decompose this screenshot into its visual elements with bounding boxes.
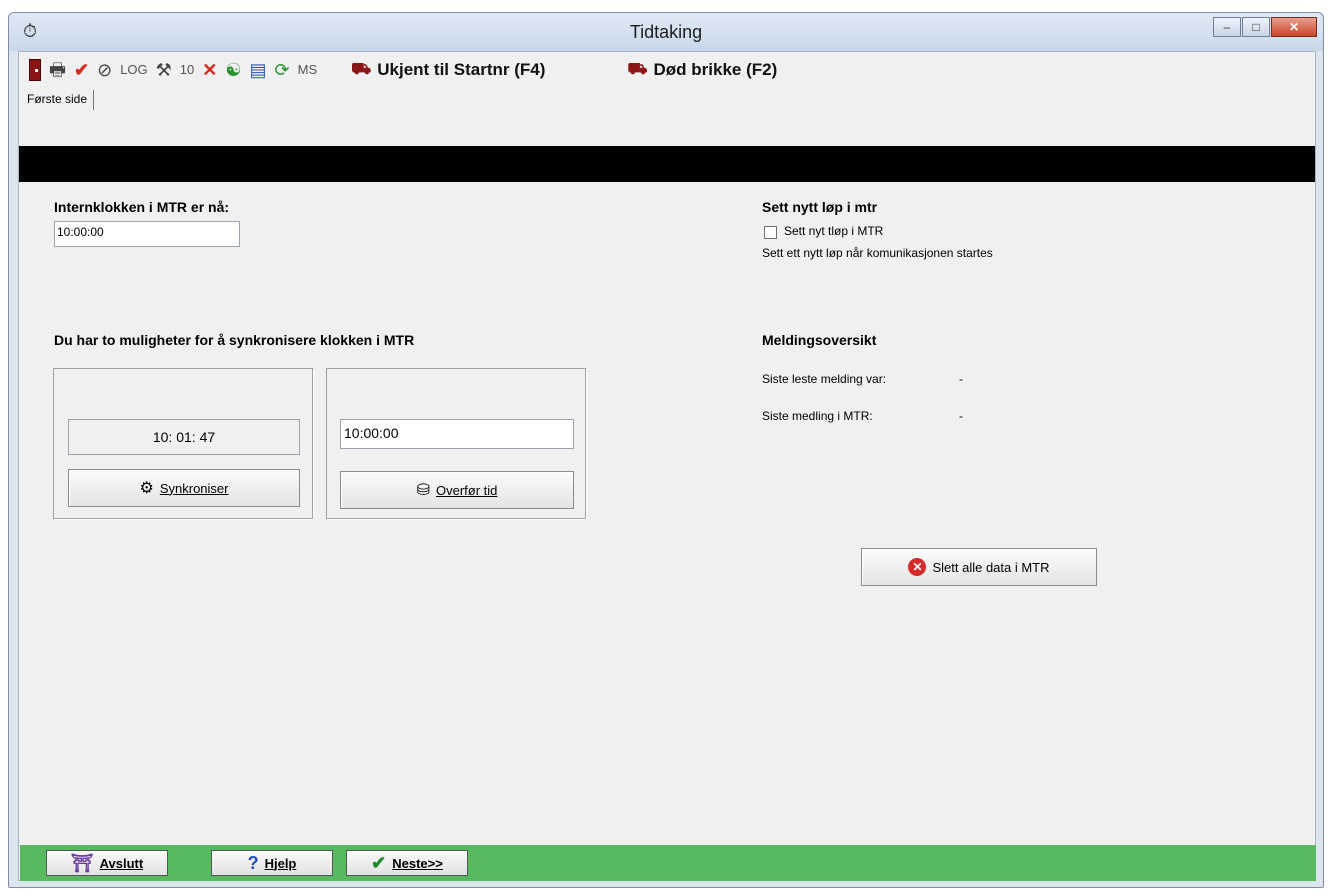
status-bar: [19, 146, 1315, 182]
toolbar: 🖶 ✔ ⊘ LOG ⚒ 10 ✕ ☯ ▤ ⟳ MS ⛟ Ukjent til S…: [19, 52, 1315, 88]
next-label: Neste>>: [392, 855, 443, 871]
help-icon: ?: [247, 852, 259, 873]
sync-button-label: Synkroniser: [159, 480, 229, 496]
sync-icon: ⚙: [139, 480, 154, 497]
car-icon: ⛟: [351, 61, 372, 78]
tab-first-page[interactable]: Første side: [21, 90, 95, 110]
title-bar[interactable]: ⏱ Tidtaking – □ ✕: [9, 13, 1323, 51]
clock-heading: Internklokken i MTR er nå:: [54, 199, 230, 215]
help-button[interactable]: ? Hjelp: [211, 850, 333, 876]
sync-button[interactable]: ⚙ Synkroniser: [68, 469, 300, 507]
footer-bar: ⛩ Avslutt ? Hjelp ✔ Neste>>: [20, 845, 1316, 881]
checkmark-icon: ✔: [371, 852, 387, 873]
new-race-description: Sett ett nytt løp når komunikasjonen sta…: [762, 246, 993, 260]
messages-heading: Meldingsoversikt: [762, 332, 877, 348]
exit-label: Avslutt: [99, 855, 144, 871]
transfer-button[interactable]: ⛁ Overfør tid: [340, 471, 574, 509]
checkmark-icon[interactable]: ✔: [74, 60, 89, 80]
client-area: 🖶 ✔ ⊘ LOG ⚒ 10 ✕ ☯ ▤ ⟳ MS ⛟ Ukjent til S…: [18, 51, 1316, 881]
tidtaking-window: ⏱ Tidtaking – □ ✕ 🖶 ✔ ⊘ LOG ⚒ 10 ✕ ☯ ▤ ⟳…: [8, 12, 1324, 888]
unknown-to-startnr-label: Ukjent til Startnr (F4): [377, 60, 546, 79]
cancel-icon[interactable]: ⊘: [97, 60, 112, 80]
clock-field[interactable]: 10:00:00: [54, 221, 240, 247]
dead-chip-label: Død brikke (F2): [653, 60, 778, 79]
delete-all-button[interactable]: ✕ Slett alle data i MTR: [861, 548, 1097, 586]
current-time-readout: 10: 01: 47: [68, 419, 300, 455]
transfer-time-field[interactable]: 10:00:00: [340, 419, 574, 449]
tools-icon[interactable]: ⚒: [156, 60, 172, 80]
next-button[interactable]: ✔ Neste>>: [346, 850, 468, 876]
sync-group: 10: 01: 47 ⚙ Synkroniser: [53, 368, 314, 520]
new-race-checkbox[interactable]: [764, 226, 777, 239]
dead-chip-button[interactable]: ⛟ Død brikke (F2): [627, 60, 777, 80]
new-race-checkbox-label[interactable]: Sett nyt tløp i MTR: [784, 224, 883, 238]
printer-icon[interactable]: 🖶: [49, 60, 66, 80]
delete-icon[interactable]: ✕: [202, 60, 217, 80]
exit-door-icon: ⛩: [70, 852, 94, 873]
last-mtr-label: Siste medling i MTR:: [762, 409, 873, 423]
count-icon[interactable]: 10: [180, 60, 194, 80]
card-icon[interactable]: ▤: [250, 60, 267, 80]
maximize-button[interactable]: □: [1242, 17, 1270, 37]
minimize-button[interactable]: –: [1213, 17, 1241, 37]
error-icon: ✕: [908, 558, 927, 576]
door-exit-icon[interactable]: [29, 59, 41, 81]
close-button[interactable]: ✕: [1271, 17, 1317, 37]
sync-heading: Du har to muligheter for å synkronisere …: [54, 332, 415, 348]
transfer-button-label: Overfør tid: [436, 482, 498, 498]
delete-all-label: Slett alle data i MTR: [932, 559, 1050, 575]
transfer-icon: ⛁: [416, 482, 430, 499]
ms-icon[interactable]: MS: [298, 60, 318, 80]
last-read-value: -: [959, 372, 963, 386]
transfer-group: 10:00:00 ⛁ Overfør tid: [326, 368, 587, 520]
car-icon: ⛟: [627, 61, 648, 78]
new-race-heading: Sett nytt løp i mtr: [762, 199, 878, 215]
exit-button[interactable]: ⛩ Avslutt: [46, 850, 168, 876]
log-icon[interactable]: LOG: [120, 60, 147, 80]
refresh-icon[interactable]: ⟳: [275, 60, 290, 80]
fingerprint-icon[interactable]: ☯: [225, 60, 241, 80]
window-title: Tidtaking: [629, 22, 703, 42]
last-read-label: Siste leste melding var:: [762, 372, 887, 386]
last-mtr-value: -: [959, 409, 963, 423]
unknown-to-startnr-button[interactable]: ⛟ Ukjent til Startnr (F4): [351, 60, 545, 80]
help-label: Hjelp: [264, 855, 297, 871]
